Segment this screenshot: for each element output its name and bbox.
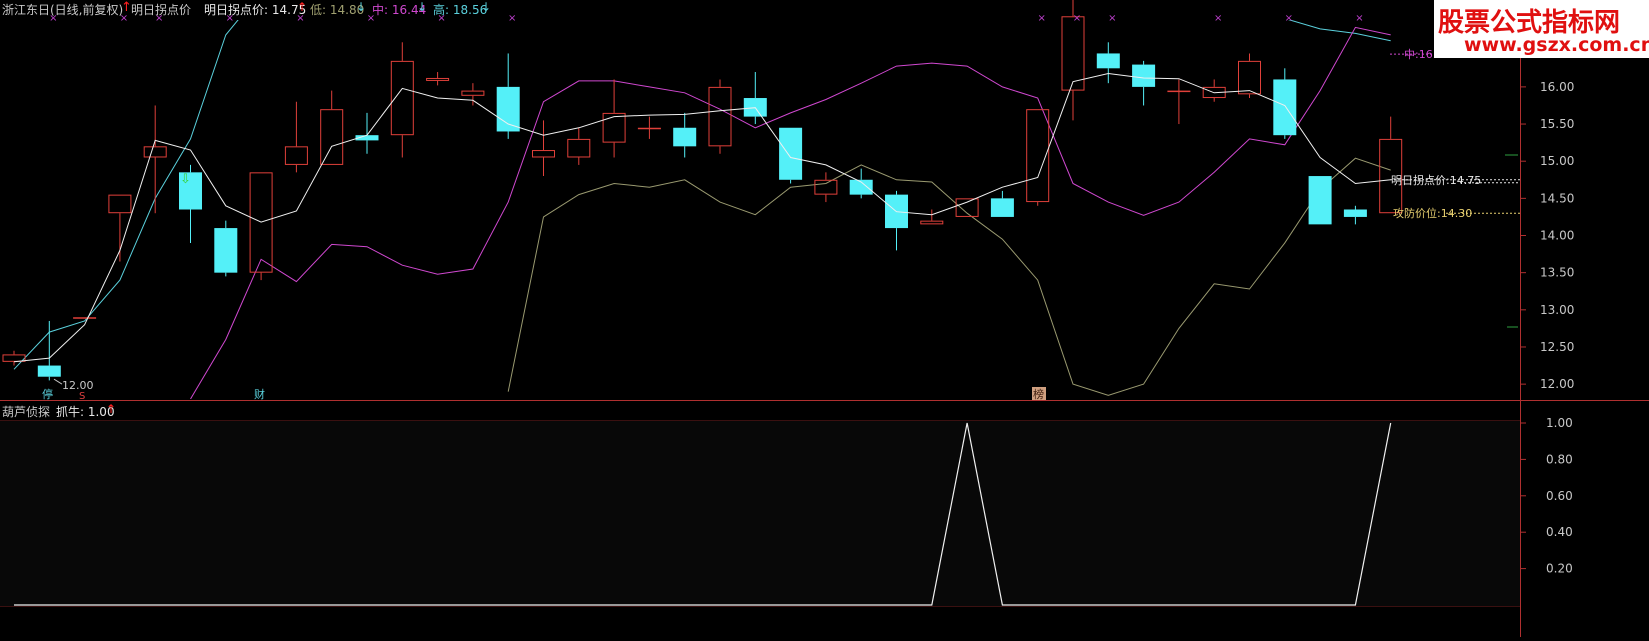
low-price-label: 12.00 <box>62 379 94 392</box>
candle-body <box>2 354 26 362</box>
arrow-up-icon: ↑ <box>297 0 308 14</box>
candle-body <box>673 127 697 147</box>
candle-body <box>602 112 626 143</box>
candle-body <box>284 146 308 165</box>
candle-body <box>461 90 485 96</box>
y-tick-label: 12.50 <box>1540 340 1574 354</box>
arrow-down-icon: ↓ <box>481 0 492 14</box>
top-x-mark: × <box>1285 13 1293 24</box>
top-x-mark: × <box>1355 13 1363 24</box>
upper-band-line <box>13 20 1391 370</box>
y-tick-label: 15.50 <box>1540 117 1574 131</box>
tag-cai: 财 <box>254 387 265 401</box>
low-pointer <box>53 378 63 385</box>
tag-limit: 停 <box>42 387 53 401</box>
candle-body <box>779 127 803 180</box>
candle-body <box>496 86 520 132</box>
y-tick-label: 12.00 <box>1540 377 1574 391</box>
sub-indicator-name: 葫芦侦探 <box>2 405 51 419</box>
sub-y-tick-label: 0.40 <box>1546 525 1573 539</box>
y-tick-label: 14.00 <box>1540 229 1574 243</box>
sub-y-tick-label: 0.80 <box>1546 452 1573 466</box>
y-tick-label: 13.00 <box>1540 303 1574 317</box>
top-x-mark: × <box>1073 13 1081 24</box>
top-x-mark: × <box>508 13 516 24</box>
arrow-down-icon: ↓ <box>417 0 428 14</box>
candle-body <box>637 127 661 130</box>
candle-body <box>426 77 450 81</box>
candle-body <box>1343 209 1367 217</box>
middle-band-line <box>190 26 1391 399</box>
candle-body <box>1238 60 1261 95</box>
high-price-label: 高: 18.56 <box>433 3 488 17</box>
high-price-label: 17.27 <box>1090 0 1122 1</box>
defense-line-label: 攻防价位:14.30 <box>1393 206 1472 220</box>
candle-body <box>990 198 1014 217</box>
candle-body <box>73 317 97 319</box>
sub-y-tick-label: 0.60 <box>1546 489 1573 503</box>
moving-average-line <box>13 72 1391 363</box>
candle-body <box>1273 79 1297 136</box>
candle-body <box>320 109 344 165</box>
candle-body <box>37 365 61 377</box>
y-tick-label: 14.50 <box>1540 191 1574 205</box>
top-x-mark: × <box>1038 13 1046 24</box>
site-logo: 股票公式指标网 www.gszx.com.cn <box>1434 0 1649 58</box>
stock-title: 浙江东日(日线,前复权) <box>2 3 124 17</box>
y-tick-label: 15.00 <box>1540 154 1574 168</box>
y-tick-label: 16.00 <box>1540 80 1574 94</box>
bands-group <box>13 20 1391 399</box>
arrow-down-icon: ↓ <box>356 0 367 14</box>
sub-y-tick-label: 1.00 <box>1546 416 1573 430</box>
candle-body <box>532 150 555 158</box>
sub-y-tick-label: 0.20 <box>1546 562 1573 576</box>
top-x-mark: × <box>1214 13 1222 24</box>
arrow-up-icon: ↑ <box>106 402 117 416</box>
candle-body <box>214 228 238 273</box>
y-tick-label: 13.50 <box>1540 266 1574 280</box>
candle-body <box>567 138 591 158</box>
candle-body <box>1167 90 1191 93</box>
candle-body <box>708 86 732 147</box>
candle-body <box>108 194 132 214</box>
top-x-mark: × <box>1108 13 1116 24</box>
indicator-name: 明日拐点价 <box>131 3 192 17</box>
candle-body <box>1061 16 1085 91</box>
chart-stage: 16.5016.0015.5015.0014.5014.0013.5013.00… <box>0 0 1649 637</box>
candle-body <box>1132 64 1156 87</box>
pivot-line-label: 明日拐点价:14.75 <box>1391 173 1481 187</box>
candle-body <box>1096 53 1120 69</box>
price-chart: 16.5016.0015.5015.0014.5014.0013.5013.00… <box>0 0 1649 637</box>
tag-s: S <box>79 391 85 402</box>
sub-panel-bg <box>0 421 1520 607</box>
candle-body <box>920 220 944 225</box>
logo-url: www.gszx.com.cn <box>1464 34 1649 56</box>
tag-bang: 榜 <box>1033 387 1044 401</box>
buy-arrow-icon: ⇩ <box>180 172 191 187</box>
candle-body <box>1308 176 1332 225</box>
lower-band-line <box>507 157 1391 396</box>
pivot-price-label: 明日拐点价: 14.75 <box>204 3 307 17</box>
candle-body <box>143 146 167 158</box>
candle-body <box>814 179 838 195</box>
